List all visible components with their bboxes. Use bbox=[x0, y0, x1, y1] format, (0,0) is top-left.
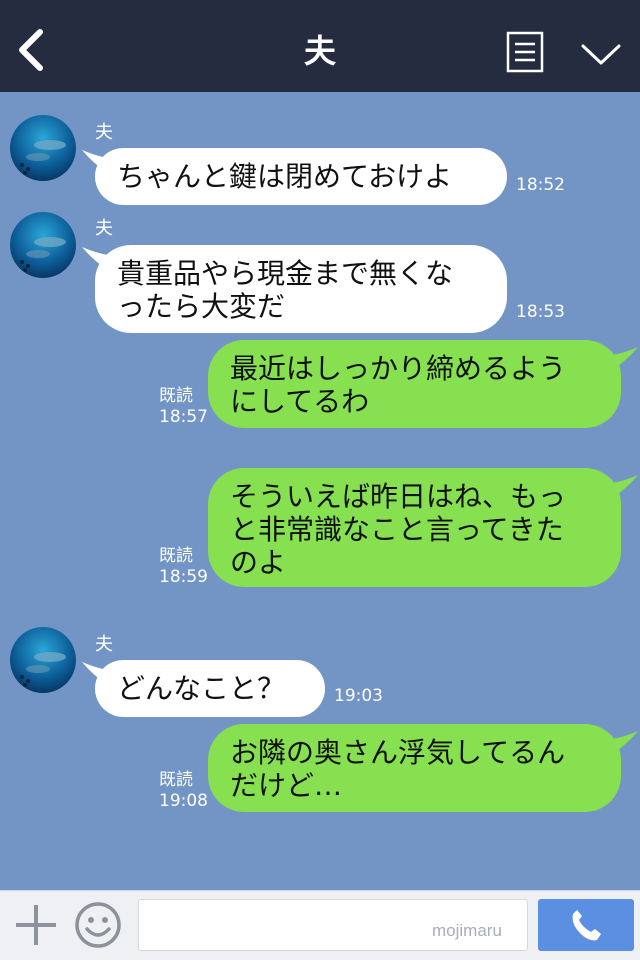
avatar[interactable] bbox=[10, 627, 76, 693]
read-receipt: 既読 bbox=[159, 546, 193, 566]
message-text: そういえば昨日はね、もっ bbox=[230, 480, 567, 513]
list-icon[interactable] bbox=[506, 31, 544, 73]
avatar[interactable] bbox=[10, 212, 76, 278]
sender-name: 夫 bbox=[95, 218, 113, 239]
message-bubble[interactable]: 貴重品やら現金まで無くな ったら大変だ bbox=[95, 245, 507, 333]
message-time: 18:57 bbox=[159, 407, 208, 427]
chat-title: 夫 bbox=[303, 32, 336, 70]
message-text: お隣の奥さん浮気してるん bbox=[230, 736, 566, 769]
message-text: 最近はしっかり締めるよう bbox=[230, 352, 567, 385]
message-bubble[interactable]: ちゃんと鍵は閉めておけよ bbox=[95, 148, 507, 205]
message-bubble[interactable]: どんなこと？ bbox=[95, 660, 325, 717]
message-time: 18:52 bbox=[516, 175, 565, 195]
message-text: ちゃんと鍵は閉めておけよ bbox=[117, 160, 453, 193]
smiley-icon[interactable] bbox=[74, 901, 122, 949]
message-time: 18:59 bbox=[159, 567, 208, 587]
bubble-tail bbox=[612, 475, 638, 497]
message-bubble[interactable]: お隣の奥さん浮気してるん だけど… bbox=[208, 724, 621, 812]
watermark: mojimaru bbox=[432, 921, 502, 940]
message-text: どんなこと？ bbox=[117, 672, 286, 705]
message-text: 貴重品やら現金まで無くな bbox=[117, 257, 454, 290]
ocean-avatar-icon bbox=[10, 627, 76, 693]
input-bar: mojimaru bbox=[0, 890, 640, 960]
ocean-avatar-icon bbox=[10, 212, 76, 278]
message-time: 18:53 bbox=[516, 302, 565, 322]
chevron-left-icon[interactable] bbox=[14, 28, 50, 72]
chat-header: 夫 bbox=[0, 0, 640, 92]
read-receipt: 既読 bbox=[159, 770, 193, 790]
sender-name: 夫 bbox=[95, 634, 113, 655]
message-time: 19:08 bbox=[159, 791, 208, 811]
chat-area[interactable]: 夫 ちゃんと鍵は閉めておけよ 18:52 夫 貴重品やら現金まで無くな ったら大… bbox=[0, 92, 640, 890]
chevron-down-icon[interactable] bbox=[580, 38, 622, 68]
avatar[interactable] bbox=[10, 115, 76, 181]
plus-icon[interactable] bbox=[14, 903, 58, 947]
message-text: と非常識なこと言ってきた bbox=[230, 513, 564, 546]
read-receipt: 既読 bbox=[159, 386, 193, 406]
phone-icon bbox=[572, 910, 601, 941]
bubble-tail bbox=[612, 347, 638, 369]
message-bubble[interactable]: 最近はしっかり締めるよう にしてるわ bbox=[208, 340, 621, 428]
call-button[interactable] bbox=[538, 899, 634, 951]
bubble-tail bbox=[612, 731, 638, 753]
message-time: 19:03 bbox=[334, 686, 383, 706]
ocean-avatar-icon bbox=[10, 115, 76, 181]
message-text: にしてるわ bbox=[230, 385, 370, 418]
message-text: だけど… bbox=[230, 769, 343, 802]
message-text: ったら大変だ bbox=[117, 290, 286, 323]
message-bubble[interactable]: そういえば昨日はね、もっ と非常識なこと言ってきた のよ bbox=[208, 468, 621, 587]
sender-name: 夫 bbox=[95, 122, 113, 143]
message-text: のよ bbox=[230, 546, 287, 579]
